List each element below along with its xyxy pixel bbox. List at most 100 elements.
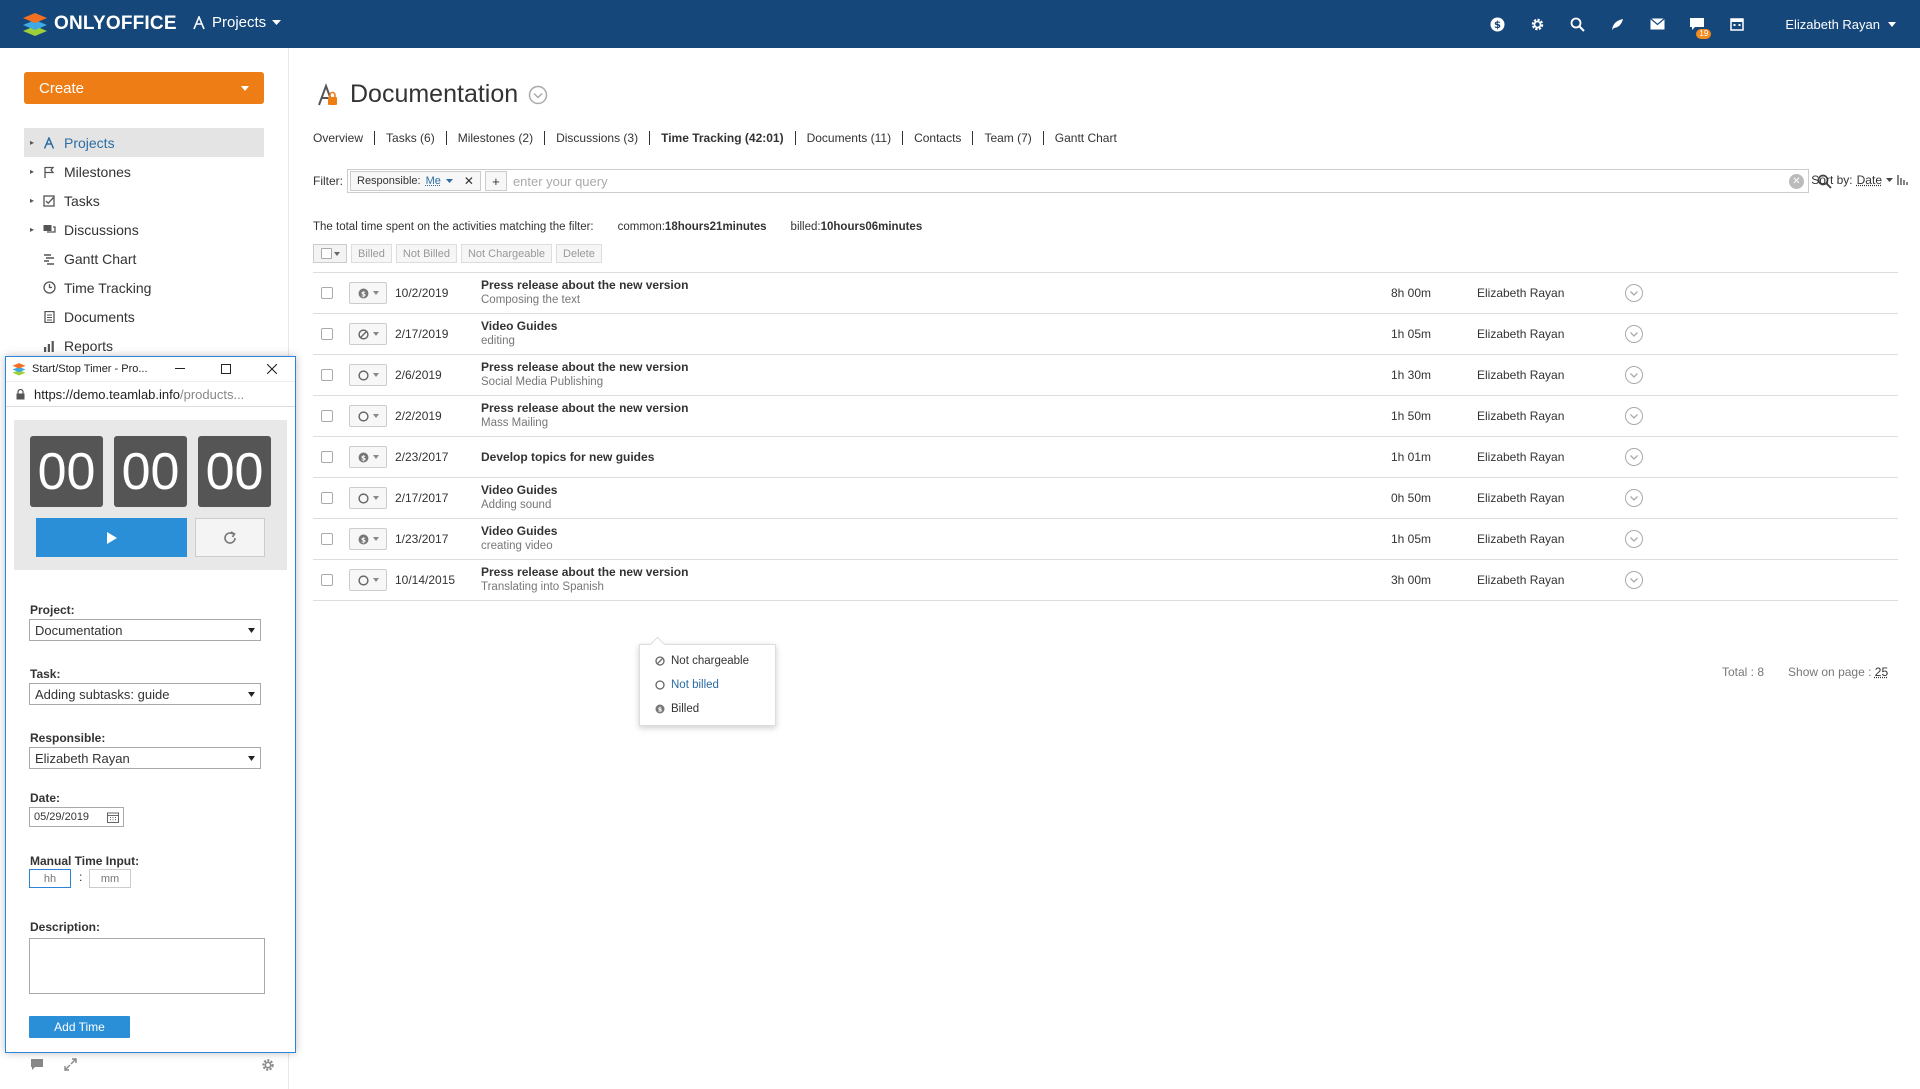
- task-title[interactable]: Video Guides: [481, 524, 557, 538]
- minutes-input[interactable]: [89, 869, 131, 888]
- filter-box[interactable]: Responsible: Me ✕ + ✕: [347, 169, 1809, 193]
- filter-tag-value[interactable]: Me: [426, 175, 441, 187]
- chat-icon[interactable]: 19: [1677, 0, 1717, 48]
- filter-search-input[interactable]: [506, 173, 1789, 189]
- sidebar-item-tasks[interactable]: ▸ Tasks: [24, 186, 264, 215]
- create-button[interactable]: Create: [24, 72, 264, 104]
- chevron-down-circle-icon[interactable]: [528, 85, 548, 105]
- status-button[interactable]: $: [349, 528, 387, 550]
- filter-tag-responsible[interactable]: Responsible: Me ✕: [350, 171, 481, 191]
- sort-value[interactable]: Date: [1857, 173, 1882, 187]
- reset-timer-button[interactable]: [195, 518, 265, 557]
- row-checkbox[interactable]: [321, 574, 333, 586]
- not-billed-button[interactable]: Not Billed: [395, 244, 457, 263]
- expand-arrow-icon[interactable]: ▸: [30, 225, 40, 234]
- row-checkbox[interactable]: [321, 410, 333, 422]
- maximize-button[interactable]: [203, 357, 249, 382]
- row-checkbox[interactable]: [321, 369, 333, 381]
- row-checkbox[interactable]: [321, 451, 333, 463]
- onlyoffice-logo[interactable]: ONLYOFFICE: [22, 11, 177, 37]
- not-chargeable-button[interactable]: Not Chargeable: [460, 244, 553, 263]
- status-button[interactable]: [349, 487, 387, 509]
- row-menu-button[interactable]: [1625, 284, 1643, 302]
- product-switcher[interactable]: Projects: [192, 14, 282, 31]
- mail-icon[interactable]: [1637, 0, 1677, 48]
- row-checkbox[interactable]: [321, 328, 333, 340]
- expand-arrow-icon[interactable]: ▸: [30, 138, 40, 147]
- sidebar-item-time-tracking[interactable]: Time Tracking: [24, 273, 264, 302]
- add-filter-button[interactable]: +: [484, 171, 507, 191]
- tab-documents[interactable]: Documents (11): [796, 131, 904, 145]
- menu-item-not-chargeable[interactable]: Not chargeable: [640, 649, 775, 673]
- row-menu-button[interactable]: [1625, 325, 1643, 343]
- status-button[interactable]: [349, 323, 387, 345]
- row-menu-button[interactable]: [1625, 530, 1643, 548]
- address-bar[interactable]: https://demo.teamlab.info/products...: [6, 382, 295, 407]
- row-menu-button[interactable]: [1625, 366, 1643, 384]
- search-icon[interactable]: [1557, 0, 1597, 48]
- start-timer-button[interactable]: [36, 518, 187, 557]
- window-titlebar[interactable]: Start/Stop Timer - Pro...: [6, 357, 295, 382]
- description-textarea[interactable]: [29, 938, 265, 994]
- task-title[interactable]: Press release about the new version: [481, 565, 688, 579]
- tab-tasks[interactable]: Tasks (6): [375, 131, 447, 145]
- status-button[interactable]: [349, 364, 387, 386]
- per-page-select[interactable]: 25: [1875, 665, 1888, 679]
- task-title[interactable]: Press release about the new version: [481, 401, 688, 415]
- add-time-button[interactable]: Add Time: [29, 1016, 130, 1038]
- tab-gantt-chart[interactable]: Gantt Chart: [1044, 131, 1128, 145]
- sort-order-icon[interactable]: [1897, 175, 1909, 185]
- sidebar-item-projects[interactable]: ▸ Projects: [24, 128, 264, 157]
- remove-tag-icon[interactable]: ✕: [464, 174, 474, 188]
- expand-arrow-icon[interactable]: ▸: [30, 196, 40, 205]
- menu-item-billed[interactable]: $ Billed: [640, 697, 775, 721]
- task-title[interactable]: Press release about the new version: [481, 278, 688, 292]
- tab-time-tracking[interactable]: Time Tracking (42:01): [650, 131, 796, 145]
- row-menu-button[interactable]: [1625, 489, 1643, 507]
- sidebar-item-documents[interactable]: Documents: [24, 302, 264, 331]
- gear-icon[interactable]: [1517, 0, 1557, 48]
- calendar-icon[interactable]: [1717, 0, 1757, 48]
- calendar-icon[interactable]: [107, 812, 119, 823]
- tab-discussions[interactable]: Discussions (3): [545, 131, 651, 145]
- user-menu[interactable]: Elizabeth Rayan: [1757, 17, 1920, 32]
- close-button[interactable]: [249, 357, 295, 382]
- task-title[interactable]: Video Guides: [481, 319, 557, 333]
- minimize-button[interactable]: [157, 357, 203, 382]
- task-title[interactable]: Develop topics for new guides: [481, 450, 654, 464]
- row-menu-button[interactable]: [1625, 448, 1643, 466]
- status-button[interactable]: $: [349, 446, 387, 468]
- tab-contacts[interactable]: Contacts: [903, 131, 974, 145]
- sidebar-item-milestones[interactable]: ▸ Milestones: [24, 157, 264, 186]
- clear-filter-icon[interactable]: ✕: [1789, 173, 1804, 189]
- delete-button[interactable]: Delete: [556, 244, 602, 263]
- responsible-select[interactable]: Elizabeth Rayan: [29, 747, 261, 769]
- tab-team[interactable]: Team (7): [973, 131, 1044, 145]
- row-checkbox[interactable]: [321, 287, 333, 299]
- row-menu-button[interactable]: [1625, 407, 1643, 425]
- row-menu-button[interactable]: [1625, 571, 1643, 589]
- menu-item-not-billed[interactable]: Not billed: [640, 673, 775, 697]
- billed-button[interactable]: Billed: [351, 244, 392, 263]
- sidebar-item-discussions[interactable]: ▸ Discussions: [24, 215, 264, 244]
- task-select[interactable]: Adding subtasks: guide: [29, 683, 261, 705]
- tab-milestones[interactable]: Milestones (2): [447, 131, 546, 145]
- chevron-down-icon[interactable]: [1886, 178, 1893, 182]
- expand-icon[interactable]: [64, 1058, 77, 1071]
- currency-icon[interactable]: $: [1477, 0, 1517, 48]
- row-checkbox[interactable]: [321, 533, 333, 545]
- task-title[interactable]: Video Guides: [481, 483, 557, 497]
- task-title[interactable]: Press release about the new version: [481, 360, 688, 374]
- project-select[interactable]: Documentation: [29, 619, 261, 641]
- select-all-checkbox[interactable]: [313, 244, 347, 263]
- row-checkbox[interactable]: [321, 492, 333, 504]
- hours-input[interactable]: [29, 869, 71, 888]
- status-button[interactable]: [349, 569, 387, 591]
- feedback-icon[interactable]: [30, 1058, 44, 1071]
- status-button[interactable]: [349, 405, 387, 427]
- expand-arrow-icon[interactable]: ▸: [30, 167, 40, 176]
- feed-icon[interactable]: [1597, 0, 1637, 48]
- tab-overview[interactable]: Overview: [313, 131, 376, 145]
- date-field[interactable]: 05/29/2019: [29, 807, 124, 827]
- settings-gear-icon[interactable]: [261, 1058, 275, 1072]
